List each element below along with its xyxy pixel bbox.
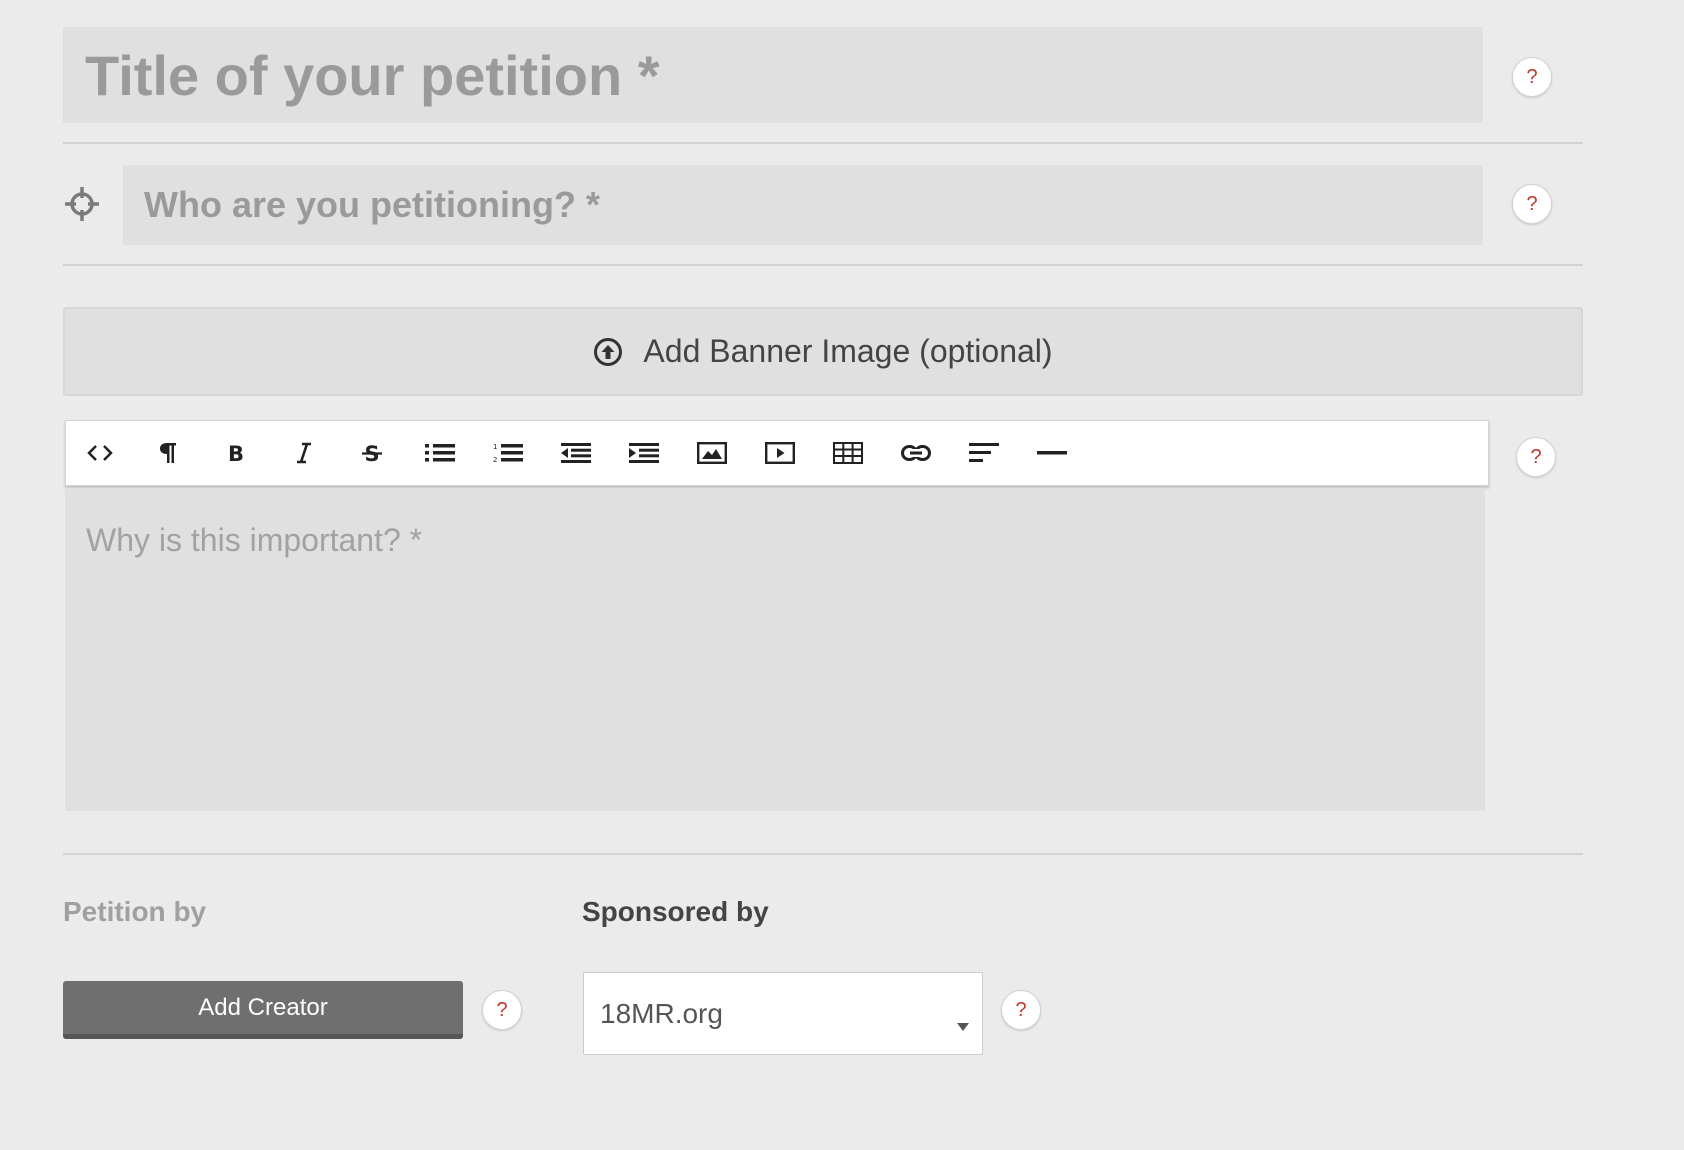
horizontal-rule-icon bbox=[1037, 450, 1067, 456]
help-mark: ? bbox=[1530, 445, 1542, 468]
help-mark: ? bbox=[1015, 998, 1027, 1021]
insert-link-button[interactable] bbox=[891, 428, 941, 478]
insert-video-button[interactable] bbox=[755, 428, 805, 478]
crosshair-icon bbox=[64, 186, 100, 227]
sponsor-select[interactable]: 18MR.org bbox=[583, 972, 983, 1055]
insert-image-button[interactable] bbox=[687, 428, 737, 478]
sponsored-by-label: Sponsored by bbox=[582, 896, 769, 927]
paragraph-icon bbox=[159, 441, 177, 465]
help-mark: ? bbox=[496, 998, 508, 1021]
ordered-list-button[interactable]: 12 bbox=[483, 428, 533, 478]
divider bbox=[63, 264, 1583, 266]
table-icon bbox=[833, 442, 863, 464]
why-important-placeholder: Why is this important? * bbox=[86, 522, 423, 558]
align-left-icon bbox=[969, 443, 999, 463]
bold-button[interactable]: B bbox=[211, 428, 261, 478]
italic-button[interactable] bbox=[279, 428, 329, 478]
indent-icon bbox=[629, 443, 659, 463]
svg-text:1: 1 bbox=[493, 443, 497, 451]
indent-button[interactable] bbox=[619, 428, 669, 478]
chevron-down-icon bbox=[956, 1007, 970, 1039]
add-creator-label: Add Creator bbox=[198, 993, 328, 1021]
title-help-button[interactable]: ? bbox=[1512, 57, 1552, 97]
italic-icon bbox=[295, 442, 313, 464]
editor-help-button[interactable]: ? bbox=[1516, 437, 1556, 477]
petition-target-placeholder: Who are you petitioning? * bbox=[144, 184, 600, 225]
why-important-editor[interactable]: Why is this important? * bbox=[65, 488, 1485, 811]
link-icon bbox=[901, 444, 931, 462]
video-icon bbox=[765, 442, 795, 464]
add-banner-image-label: Add Banner Image (optional) bbox=[643, 333, 1053, 369]
divider bbox=[63, 853, 1583, 855]
help-mark: ? bbox=[1526, 65, 1538, 88]
creator-help-button[interactable]: ? bbox=[482, 990, 522, 1030]
paragraph-format-button[interactable] bbox=[143, 428, 193, 478]
strikethrough-button[interactable]: S bbox=[347, 428, 397, 478]
insert-table-button[interactable] bbox=[823, 428, 873, 478]
divider bbox=[63, 142, 1583, 144]
svg-text:B: B bbox=[228, 442, 244, 464]
strikethrough-icon: S bbox=[360, 441, 384, 465]
alignment-button[interactable] bbox=[959, 428, 1009, 478]
numbered-list-icon: 12 bbox=[493, 442, 523, 464]
add-creator-button[interactable]: Add Creator bbox=[63, 981, 463, 1039]
bold-icon: B bbox=[227, 442, 245, 464]
outdent-button[interactable] bbox=[551, 428, 601, 478]
upload-circle-icon bbox=[593, 337, 623, 367]
svg-text:2: 2 bbox=[493, 456, 497, 464]
add-banner-image-button[interactable]: Add Banner Image (optional) bbox=[63, 307, 1583, 396]
target-help-button[interactable]: ? bbox=[1512, 184, 1552, 224]
sponsor-select-value: 18MR.org bbox=[600, 997, 723, 1029]
bullet-list-icon bbox=[425, 443, 455, 463]
outdent-icon bbox=[561, 443, 591, 463]
petition-title-input[interactable]: Title of your petition * bbox=[63, 27, 1483, 123]
petition-target-input[interactable]: Who are you petitioning? * bbox=[123, 165, 1483, 245]
editor-toolbar: B S 12 bbox=[65, 420, 1489, 486]
sponsor-help-button[interactable]: ? bbox=[1001, 990, 1041, 1030]
help-mark: ? bbox=[1526, 192, 1538, 215]
unordered-list-button[interactable] bbox=[415, 428, 465, 478]
image-icon bbox=[697, 442, 727, 464]
code-icon bbox=[86, 443, 114, 463]
horizontal-rule-button[interactable] bbox=[1027, 428, 1077, 478]
html-code-button[interactable] bbox=[75, 428, 125, 478]
petition-by-label: Petition by bbox=[63, 896, 207, 927]
petition-title-placeholder: Title of your petition * bbox=[85, 43, 660, 107]
